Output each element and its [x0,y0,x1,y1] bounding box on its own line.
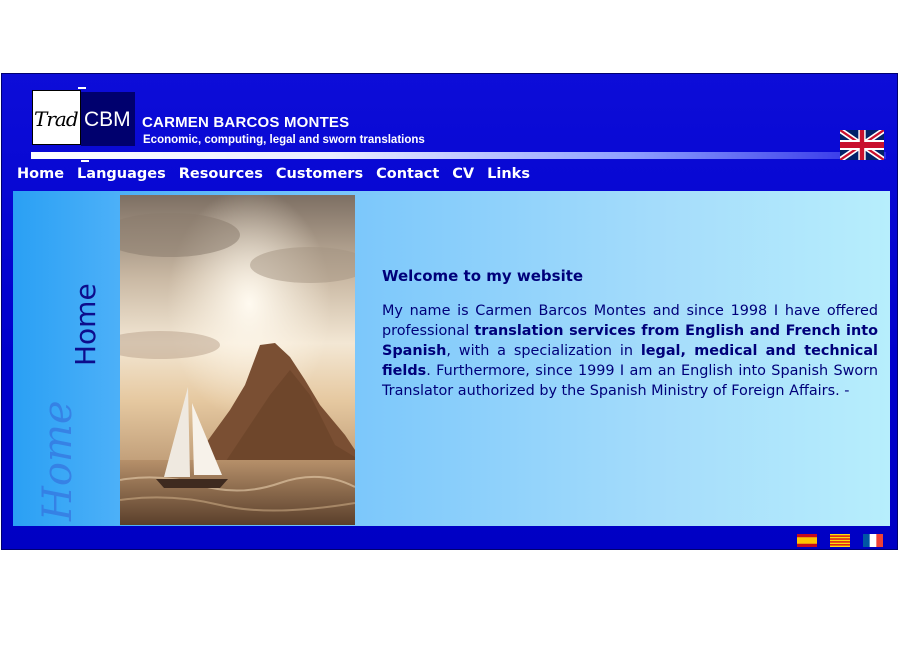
france-flag-icon[interactable] [863,534,883,547]
nav-languages[interactable]: Languages [77,166,166,182]
site-subtitle: Economic, computing, legal and sworn tra… [143,134,425,146]
nav-customers[interactable]: Customers [276,166,363,182]
logo-mark-top [78,87,86,89]
intro-text-2: , with a specialization in [446,343,641,359]
main-nav: Home Languages Resources Customers Conta… [17,166,543,182]
section-title-watermark: Home [35,400,81,521]
intro-text-3: . Furthermore, since 1999 I am an Englis… [382,363,878,399]
uk-flag-icon[interactable] [840,130,884,160]
nav-cv[interactable]: CV [452,166,474,182]
nav-links[interactable]: Links [487,166,530,182]
header-divider-bar [31,152,886,159]
spain-flag-icon[interactable] [797,534,817,547]
page-frame: Trad CBM CARMEN BARCOS MONTES Economic, … [1,73,898,550]
sailboat-photo [120,195,355,525]
catalonia-flag-icon[interactable] [830,534,850,547]
logo[interactable]: Trad CBM [32,87,135,162]
welcome-heading: Welcome to my website [382,267,584,285]
intro-paragraph: My name is Carmen Barcos Montes and sinc… [382,301,878,401]
section-title-vertical: Home [69,283,102,366]
nav-contact[interactable]: Contact [376,166,439,182]
logo-left-text: Trad [34,107,79,131]
nav-resources[interactable]: Resources [179,166,263,182]
content-panel: Home Home Welcome to my website My name … [13,191,890,526]
site-title: CARMEN BARCOS MONTES [142,114,350,131]
logo-mark-bottom [81,160,89,162]
logo-right-text: CBM [84,108,131,131]
logo-left-block: Trad [32,90,81,145]
nav-home[interactable]: Home [17,166,64,182]
